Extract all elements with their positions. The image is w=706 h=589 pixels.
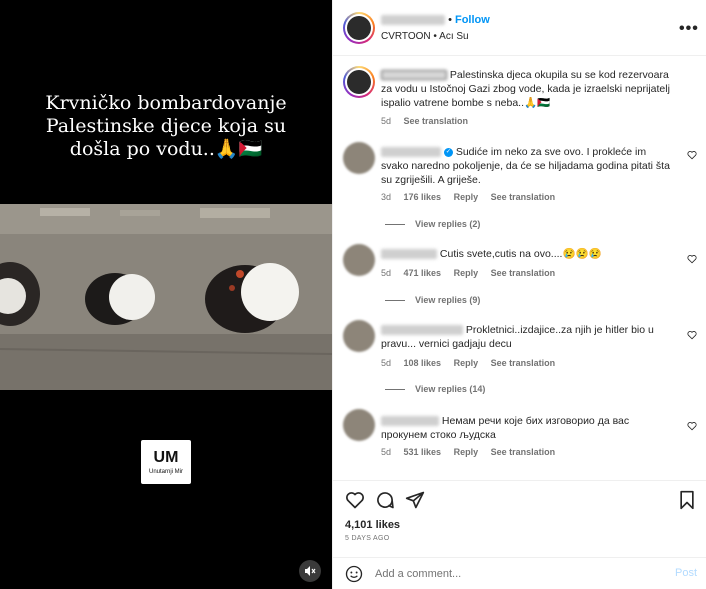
comment-age: 5d xyxy=(381,447,392,457)
comment-heart-icon[interactable] xyxy=(687,330,697,340)
send-icon[interactable] xyxy=(405,490,425,510)
caption-meta: 5d See translation xyxy=(381,116,478,126)
media-caption-text: Krvničko bombardovanje Palestinske djece… xyxy=(45,92,287,160)
comment-meta: 5d 108 likes Reply See translation xyxy=(381,358,565,368)
comment-username-redacted[interactable] xyxy=(381,147,441,158)
comment-age: 3d xyxy=(381,192,392,202)
comment-meta: 5d 531 likes Reply See translation xyxy=(381,447,565,457)
post-media[interactable]: Krvničko bombardovanje Palestinske djece… xyxy=(0,0,332,589)
view-replies-button[interactable]: View replies (14) xyxy=(385,384,485,394)
comment-see-translation[interactable]: See translation xyxy=(491,192,556,202)
smiley-icon[interactable] xyxy=(345,565,363,583)
comment-likes[interactable]: 108 likes xyxy=(404,358,442,368)
post-details-panel: • Follow CVRTOON • Acı Su ••• Palestinsk… xyxy=(332,0,706,589)
comment-see-translation[interactable]: See translation xyxy=(491,268,556,278)
follow-button[interactable]: Follow xyxy=(455,14,490,26)
caption-author-avatar[interactable] xyxy=(343,66,375,98)
author-username-redacted[interactable] xyxy=(381,15,445,26)
comment-heart-icon[interactable] xyxy=(687,421,697,431)
comment-username-redacted[interactable] xyxy=(381,416,439,427)
post-time-ago[interactable]: 5 DAYS AGO xyxy=(345,535,390,542)
view-replies-button[interactable]: View replies (2) xyxy=(385,219,480,229)
comment-heart-icon[interactable] xyxy=(687,254,697,264)
comment-see-translation[interactable]: See translation xyxy=(491,358,556,368)
comment-age: 5d xyxy=(381,358,392,368)
brand-subtitle: Unutarnji Mir xyxy=(148,468,183,475)
comment-avatar[interactable] xyxy=(343,409,375,441)
comment-likes[interactable]: 176 likes xyxy=(404,192,442,202)
caption-username-redacted[interactable] xyxy=(381,70,447,81)
heart-icon[interactable] xyxy=(345,490,365,510)
comment-meta: 3d 176 likes Reply See translation xyxy=(381,192,565,202)
audio-line[interactable]: CVRTOON • Acı Su xyxy=(381,31,469,42)
bookmark-icon[interactable] xyxy=(677,490,697,510)
comment-text: Cutis svete,cutis na ovo....😢😢😢 xyxy=(439,248,602,260)
comment-see-translation[interactable]: See translation xyxy=(491,447,556,457)
header-dot: • xyxy=(448,14,452,26)
comment-username-redacted[interactable] xyxy=(381,325,463,336)
view-replies-button[interactable]: View replies (9) xyxy=(385,295,480,305)
mute-button[interactable] xyxy=(299,560,321,582)
comment-input[interactable] xyxy=(375,565,655,583)
comment-heart-icon[interactable] xyxy=(687,150,697,160)
action-bar xyxy=(333,480,706,516)
comment-age: 5d xyxy=(381,268,392,278)
add-comment-bar: Post xyxy=(333,557,706,589)
comment-reply-button[interactable]: Reply xyxy=(454,268,479,278)
caption-age: 5d xyxy=(381,116,392,126)
comment-meta: 5d 471 likes Reply See translation xyxy=(381,268,565,278)
comment-avatar[interactable] xyxy=(343,244,375,276)
video-frame[interactable] xyxy=(0,204,332,390)
comment-username-redacted[interactable] xyxy=(381,249,437,260)
comment-likes[interactable]: 531 likes xyxy=(404,447,442,457)
comment-reply-button[interactable]: Reply xyxy=(454,447,479,457)
post-comment-button[interactable]: Post xyxy=(675,567,697,579)
comment-icon[interactable] xyxy=(375,490,395,510)
muted-speaker-icon xyxy=(305,566,316,576)
comment-likes[interactable]: 471 likes xyxy=(404,268,442,278)
brand-logo: UM Unutarnji Mir xyxy=(141,440,191,484)
more-options-icon[interactable]: ••• xyxy=(679,20,699,38)
comment-reply-button[interactable]: Reply xyxy=(454,358,479,368)
comment-avatar[interactable] xyxy=(343,142,375,174)
caption-see-translation[interactable]: See translation xyxy=(404,116,469,126)
post-header: • Follow CVRTOON • Acı Su ••• xyxy=(333,0,706,56)
aerial-tanks-image xyxy=(0,204,332,390)
likes-count[interactable]: 4,101 likes xyxy=(345,519,400,531)
verified-badge-icon: ✓ xyxy=(443,147,453,157)
comment-avatar[interactable] xyxy=(343,320,375,352)
comment-reply-button[interactable]: Reply xyxy=(454,192,479,202)
author-avatar[interactable] xyxy=(343,12,375,44)
brand-title: UM xyxy=(153,448,179,466)
